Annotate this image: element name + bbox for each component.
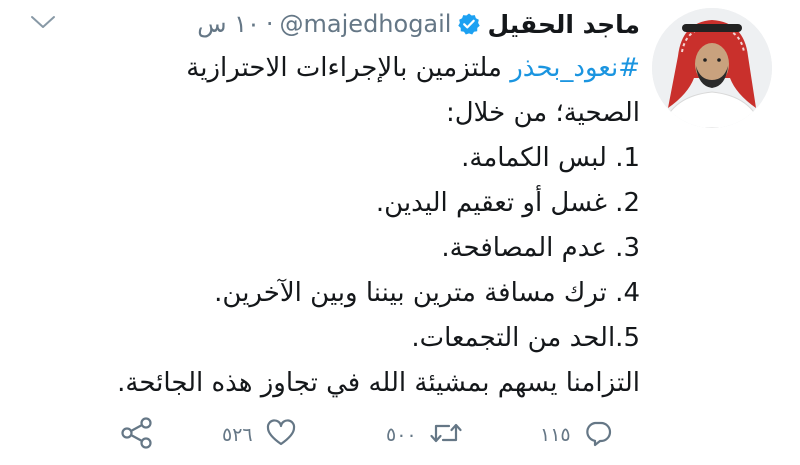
tweet-line-2: الصحية؛ من خلال: (445, 98, 640, 128)
retweet-icon (429, 418, 463, 452)
tweet-closing: التزامنا يسهم بمشيئة الله في تجاوز هذه ا… (117, 368, 640, 398)
share-icon (120, 417, 154, 453)
reply-icon (583, 418, 613, 452)
avatar-image (652, 8, 772, 128)
share-button[interactable] (120, 417, 154, 453)
heart-icon (265, 418, 297, 452)
tweet-actions: ١١٥ ٥٠٠ ٥٢٦ (0, 410, 800, 460)
list-item: 5.الحد من التجمعات. (411, 323, 640, 353)
hashtag-link[interactable]: #نعود_بحذر (510, 53, 640, 83)
like-count: ٥٢٦ (222, 424, 253, 446)
tweet-text: #نعود_بحذر ملتزمين بالإجراءات الاحترازية… (80, 46, 640, 406)
tweet-time[interactable]: ١٠ س (197, 10, 260, 38)
tweet-line-1: #نعود_بحذر ملتزمين بالإجراءات الاحترازية (80, 46, 640, 91)
author-name[interactable]: ماجد الحقيل (487, 10, 640, 39)
separator-dot: · (265, 10, 274, 38)
retweet-count: ٥٠٠ (386, 424, 417, 446)
list-item: 3. عدم المصافحة. (441, 233, 640, 263)
author-handle[interactable]: @majedhogail (280, 10, 452, 38)
avatar[interactable] (652, 8, 772, 128)
chevron-down-icon[interactable] (30, 14, 56, 30)
reply-count: ١١٥ (540, 424, 571, 446)
reply-button[interactable]: ١١٥ (540, 418, 613, 452)
retweet-button[interactable]: ٥٠٠ (386, 418, 463, 452)
tweet-header: ماجد الحقيل @majedhogail · ١٠ س (197, 4, 640, 44)
list-item: 2. غسل أو تعقيم اليدين. (375, 188, 640, 218)
tweet-card[interactable]: ماجد الحقيل @majedhogail · ١٠ س #نعود_بح… (0, 0, 800, 465)
tweet-line-1-text: ملتزمين بالإجراءات الاحترازية (186, 53, 502, 83)
list-item: 4. ترك مسافة مترين بيننا وبين الآخرين. (214, 278, 640, 308)
like-button[interactable]: ٥٢٦ (222, 418, 297, 452)
verified-badge-icon (457, 12, 481, 36)
list-item: 1. لبس الكمامة. (461, 143, 640, 173)
